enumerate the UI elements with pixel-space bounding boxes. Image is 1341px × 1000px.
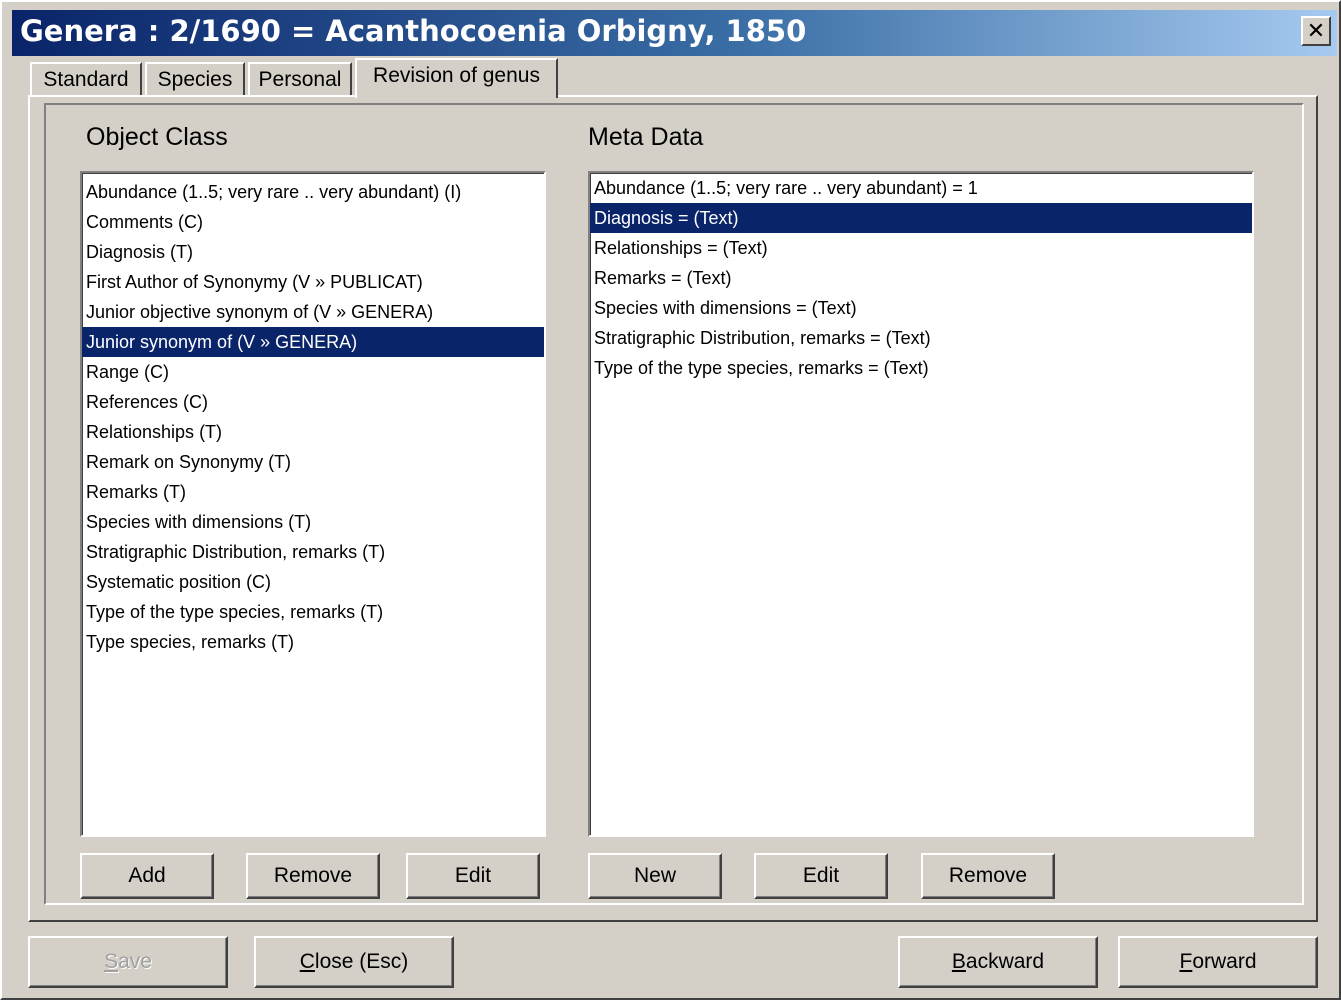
backward-button-label: Backward: [951, 950, 1045, 973]
add-object-class-button[interactable]: Add: [80, 853, 214, 899]
object-class-list-item[interactable]: Remark on Synonymy (T): [82, 447, 544, 477]
object-class-list-item[interactable]: Junior objective synonym of (V » GENERA): [82, 297, 544, 327]
object-class-list-item[interactable]: Stratigraphic Distribution, remarks (T): [82, 537, 544, 567]
meta-data-list-item[interactable]: Abundance (1..5; very rare .. very abund…: [590, 173, 1252, 203]
edit-object-class-button[interactable]: Edit: [406, 853, 540, 899]
close-button[interactable]: Close (Esc): [254, 936, 454, 988]
meta-data-list-item[interactable]: Stratigraphic Distribution, remarks = (T…: [590, 323, 1252, 353]
tab-personal[interactable]: Personal: [248, 62, 352, 95]
remove-object-class-button[interactable]: Remove: [246, 853, 380, 899]
close-button-label: Close (Esc): [299, 950, 409, 973]
window-title: Genera : 2/1690 = Acanthocoenia Orbigny,…: [20, 14, 807, 48]
title-bar[interactable]: Genera : 2/1690 = Acanthocoenia Orbigny,…: [12, 10, 1337, 56]
meta-data-list-item[interactable]: Type of the type species, remarks = (Tex…: [590, 353, 1252, 383]
edit-meta-data-button[interactable]: Edit: [754, 853, 888, 899]
forward-button-label: Forward: [1179, 950, 1257, 973]
meta-data-list-item[interactable]: Remarks = (Text): [590, 263, 1252, 293]
revision-of-genus-panel: Object Class Meta Data Abundance (1..5; …: [28, 95, 1318, 922]
object-class-list-item[interactable]: Range (C): [82, 357, 544, 387]
object-class-list-item[interactable]: Remarks (T): [82, 477, 544, 507]
remove-meta-data-button[interactable]: Remove: [921, 853, 1055, 899]
save-button-label: Save: [104, 950, 152, 973]
tab-species[interactable]: Species: [145, 62, 245, 95]
object-class-listbox[interactable]: Abundance (1..5; very rare .. very abund…: [80, 171, 546, 837]
new-meta-data-button[interactable]: New: [588, 853, 722, 899]
object-class-heading: Object Class: [86, 123, 228, 151]
object-class-list-item[interactable]: Diagnosis (T): [82, 237, 544, 267]
meta-data-heading: Meta Data: [588, 123, 704, 151]
save-button[interactable]: Save: [28, 936, 228, 988]
forward-button[interactable]: Forward: [1118, 936, 1318, 988]
close-window-button[interactable]: ✕: [1301, 16, 1331, 46]
object-class-list-item[interactable]: First Author of Synonymy (V » PUBLICAT): [82, 267, 544, 297]
object-class-list-item[interactable]: Relationships (T): [82, 417, 544, 447]
close-icon: ✕: [1306, 18, 1326, 44]
object-class-list-item[interactable]: Type of the type species, remarks (T): [82, 597, 544, 627]
meta-data-listbox[interactable]: Abundance (1..5; very rare .. very abund…: [588, 171, 1254, 837]
meta-data-list-item[interactable]: Relationships = (Text): [590, 233, 1252, 263]
revision-group-box: Object Class Meta Data Abundance (1..5; …: [44, 103, 1304, 905]
object-class-list-item[interactable]: References (C): [82, 387, 544, 417]
meta-data-list-item[interactable]: Species with dimensions = (Text): [590, 293, 1252, 323]
object-class-list-item[interactable]: Type species, remarks (T): [82, 627, 544, 657]
backward-button[interactable]: Backward: [898, 936, 1098, 988]
object-class-list-item[interactable]: Junior synonym of (V » GENERA): [82, 327, 544, 357]
meta-data-list-item[interactable]: Diagnosis = (Text): [590, 203, 1252, 233]
object-class-list-item[interactable]: Species with dimensions (T): [82, 507, 544, 537]
genera-dialog-window: Genera : 2/1690 = Acanthocoenia Orbigny,…: [0, 0, 1341, 1000]
tab-revision-of-genus[interactable]: Revision of genus: [355, 58, 558, 98]
tab-standard[interactable]: Standard: [30, 62, 142, 95]
object-class-list-item[interactable]: Abundance (1..5; very rare .. very abund…: [82, 177, 544, 207]
object-class-list-item[interactable]: Systematic position (C): [82, 567, 544, 597]
object-class-list-item[interactable]: Comments (C): [82, 207, 544, 237]
